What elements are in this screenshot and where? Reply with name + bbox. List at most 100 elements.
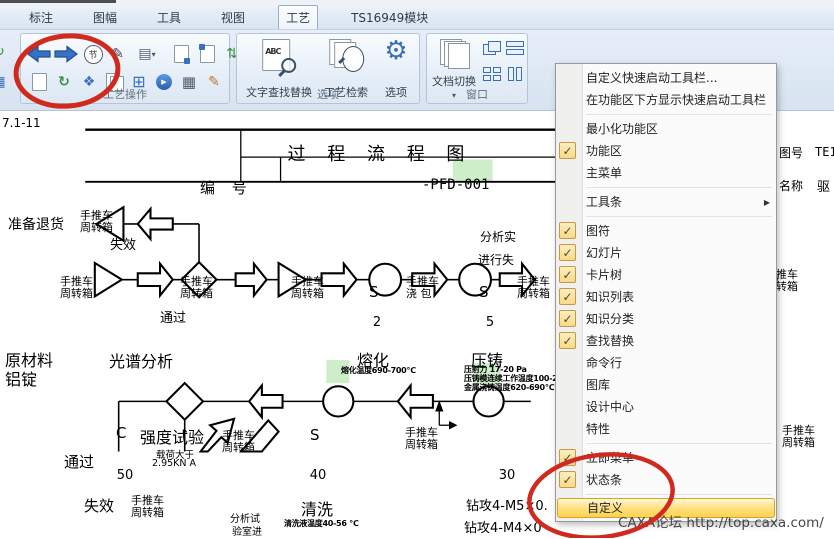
partial-text: 进行失 [478,251,514,268]
menu-item[interactable]: 最小化功能区 [556,118,776,140]
menu-item[interactable]: ✓知识列表 [556,286,776,308]
node-number: 40 [306,468,330,483]
menu-item-label: 知识列表 [586,290,634,304]
menu-item-label: 状态条 [586,473,622,487]
flow-label-wash: 清洗 [301,496,333,520]
sheet-ref: 7.1-11 [2,116,41,130]
group-process-ops: 节 ✎ ▤ ▾ ⇅ ↻ ❖ ⊞ [20,33,230,104]
tab-6[interactable]: TS16949模块 [344,6,435,29]
tile-horizontal-button[interactable] [506,41,525,56]
menu-item[interactable]: ✓卡片树 [556,264,776,286]
pencil-icon: ✎ [112,47,124,61]
flow-label-prep-return: 准备退货 [8,214,64,234]
number-value: -PFD-001 [422,177,489,193]
tab-3[interactable]: 工具 [150,6,188,29]
nav-back-button[interactable] [27,42,51,66]
gear-icon: ⚙ [384,38,407,64]
cart-box-label: 手推车周转箱 [517,276,550,300]
dropdown-icon: ▾ [152,50,156,59]
back-arrow-icon [27,45,51,63]
check-icon: ✓ [559,142,576,159]
cast-note-3: 金属浇铸温度620-690℃ [464,382,554,393]
doc-import-icon [200,45,215,63]
cart-box-label: 手推车周转箱 [405,427,438,451]
tab-2[interactable]: 图幅 [86,6,124,29]
menu-item-label: 命令行 [586,356,622,370]
menu-item[interactable]: 图库 [556,374,776,396]
tab-4[interactable]: 视图 [214,6,252,29]
check-icon: ✓ [559,332,576,349]
tile-vertical-button[interactable] [506,67,525,82]
menu-item-label: 立即菜单 [586,451,634,465]
menu-item-label: 在功能区下方显示快速启动工具栏 [586,93,766,107]
nav-forward-button[interactable] [54,42,78,66]
group-options: ABC 文字查找替换 工艺检索 ⚙ 选项 选项 [236,33,420,104]
doc-import-button[interactable] [195,42,219,66]
frame-icon: ▤ [138,47,151,61]
magnifier-icon [342,46,364,72]
cart-box-label: 手推车周转箱 [80,210,113,234]
menu-item[interactable]: 设计中心 [556,396,776,418]
doc-switch-icon [440,39,468,69]
menu-item[interactable]: 在功能区下方显示快速启动工具栏 [556,89,776,111]
drill-note-2: 钻攻4-M4×0 [464,517,542,536]
submenu-arrow-icon: ▶ [764,192,770,214]
tab-1[interactable]: 标注 [22,6,60,29]
menu-item-label: 知识分类 [586,312,634,326]
menu-item[interactable]: ✓幻灯片 [556,242,776,264]
stamp-edit-button[interactable]: ▤ ▾ [130,42,164,66]
menu-item-label: 查找替换 [586,334,634,348]
check-icon: ✓ [559,222,576,239]
find-replace-icon: ABC [262,39,290,71]
menu-item-label: 设计中心 [586,400,634,414]
menu-item[interactable]: 命令行 [556,352,776,374]
menu-item-label: 图库 [586,378,610,392]
context-menu-items: 自定义快速启动工具栏... 在功能区下方显示快速启动工具栏最小化功能区 ✓ 功能区主菜… [556,67,776,518]
flow-label-s: S [310,426,320,444]
menu-separator [556,111,776,118]
menu-item-label: 功能区 [586,144,622,158]
menu-separator [556,491,776,498]
menu-item[interactable]: ✓ 立即菜单 [556,447,776,469]
menu-item-label: 特性 [586,422,610,436]
menu-item[interactable]: ✓ 功能区 [556,140,776,162]
lab-note-2: 验室进 [232,523,262,538]
dwg-no-label: 图号 [779,144,803,161]
clipped-table-icon[interactable]: ▦ [0,72,9,92]
menu-item[interactable]: 自定义快速启动工具栏... [556,67,776,89]
edit-card-button[interactable]: ✎ [106,42,130,66]
group-window: 文档切换 ▾ 窗口 [426,33,528,104]
check-icon: ✓ [559,449,576,466]
check-icon: ✓ [559,244,576,261]
cart-box-label: 手推车周转箱 [782,425,815,449]
menu-item[interactable]: ✓状态条 [556,469,776,491]
menu-item[interactable]: 主菜单 [556,162,776,184]
node-button[interactable]: 节 [81,42,105,66]
cart-box-label: 手推车周转箱 [291,276,324,300]
cart-box-label: 手推车周转箱 [222,430,255,454]
doc-export-icon [174,45,189,63]
menu-item[interactable]: 工具条▶ [556,191,776,213]
check-icon: ✓ [559,266,576,283]
menu-item-label: 最小化功能区 [586,122,658,136]
tab-5[interactable]: 工艺 [278,5,318,29]
flow-label-fail: 失效 [110,234,136,253]
menu-item-label: 图符 [586,224,610,238]
cart-box-label: 手推车周转箱 [180,276,213,300]
menu-separator [556,213,776,220]
cascade-windows-button[interactable] [483,41,502,56]
part-name-label: 名称 [779,177,803,194]
tile-grid-button[interactable] [483,67,502,82]
menu-item[interactable]: ✓ 图符 [556,220,776,242]
menu-separator [556,440,776,447]
part-name-value: 驱 [817,176,834,195]
ribbon-tab-bar: 标注 图幅 工具 视图 工艺 TS16949模块 [0,8,834,30]
doc-export-button[interactable] [169,42,193,66]
clipped-refresh-icon[interactable]: ↻ [0,42,9,62]
menu-item[interactable]: ✓ 查找替换 [556,330,776,352]
menu-item[interactable]: 特性 [556,418,776,440]
node-number: 5 [480,315,500,330]
node-number: 2 [367,315,387,330]
flow-label-pass: 通过 [160,307,186,326]
menu-item[interactable]: ✓知识分类 [556,308,776,330]
